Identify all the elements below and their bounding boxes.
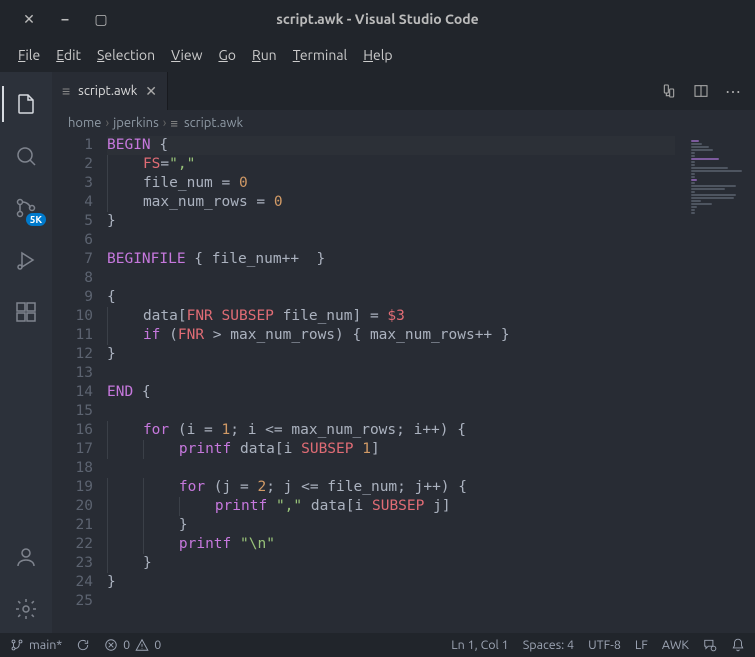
menu-file[interactable]: File xyxy=(10,43,48,67)
status-feedback-icon[interactable] xyxy=(703,638,717,652)
minimize-icon[interactable]: – xyxy=(58,11,72,28)
menubar: FileEditSelectionViewGoRunTerminalHelp xyxy=(0,38,755,72)
breadcrumb-segment[interactable]: script.awk xyxy=(184,116,243,130)
status-eol[interactable]: LF xyxy=(635,638,648,652)
status-sync[interactable] xyxy=(76,638,90,652)
menu-help[interactable]: Help xyxy=(355,43,400,67)
status-bell-icon[interactable] xyxy=(731,638,745,652)
source-control-badge: 5K xyxy=(26,213,46,226)
menu-run[interactable]: Run xyxy=(244,43,285,67)
close-tab-icon[interactable]: ✕ xyxy=(145,83,157,100)
tab-bar: ≡ script.awk ✕ ⋯ xyxy=(52,72,755,110)
menu-go[interactable]: Go xyxy=(210,43,244,67)
breadcrumb-segment[interactable]: home xyxy=(68,116,101,130)
more-actions-icon[interactable]: ⋯ xyxy=(725,82,741,101)
explorer-icon[interactable] xyxy=(2,80,50,128)
search-icon[interactable] xyxy=(2,132,50,180)
window-title: script.awk - Visual Studio Code xyxy=(0,11,755,27)
run-debug-icon[interactable] xyxy=(2,236,50,284)
line-number-gutter: 1234567891011121314151617181920212223242… xyxy=(52,136,107,633)
source-control-icon[interactable]: 5K xyxy=(2,184,50,232)
status-branch[interactable]: main* xyxy=(10,638,62,652)
maximize-icon[interactable]: ▢ xyxy=(94,11,108,28)
status-language[interactable]: AWK xyxy=(662,638,689,652)
status-encoding[interactable]: UTF-8 xyxy=(588,638,621,652)
status-bar: main* 0 0 Ln 1, Col 1 Spaces: 4 UTF-8 LF… xyxy=(0,633,755,657)
code-content[interactable]: BEGIN { FS="," file_num = 0 max_num_rows… xyxy=(107,136,755,633)
chevron-right-icon: › xyxy=(163,116,167,130)
settings-icon[interactable] xyxy=(2,585,50,633)
breadcrumb-segment[interactable]: jperkins xyxy=(113,116,159,130)
activity-bar: 5K xyxy=(0,72,52,633)
chevron-right-icon: › xyxy=(105,116,109,130)
extensions-icon[interactable] xyxy=(2,288,50,336)
file-icon: ≡ xyxy=(62,83,70,99)
status-indentation[interactable]: Spaces: 4 xyxy=(523,638,574,652)
breadcrumbs[interactable]: home › jperkins › ≡ script.awk xyxy=(52,110,755,136)
status-problems[interactable]: 0 0 xyxy=(104,638,161,652)
titlebar: ✕ – ▢ script.awk - Visual Studio Code xyxy=(0,0,755,38)
tab-script-awk[interactable]: ≡ script.awk ✕ xyxy=(52,72,168,110)
close-icon[interactable]: ✕ xyxy=(22,11,36,28)
menu-edit[interactable]: Edit xyxy=(48,43,89,67)
file-icon: ≡ xyxy=(170,116,178,131)
menu-view[interactable]: View xyxy=(163,43,210,67)
accounts-icon[interactable] xyxy=(2,533,50,581)
tab-filename: script.awk xyxy=(78,84,137,98)
split-editor-icon[interactable] xyxy=(693,83,709,99)
compare-icon[interactable] xyxy=(661,83,677,99)
menu-selection[interactable]: Selection xyxy=(89,43,163,67)
code-editor[interactable]: 1234567891011121314151617181920212223242… xyxy=(52,136,755,633)
menu-terminal[interactable]: Terminal xyxy=(285,43,356,67)
status-cursor-position[interactable]: Ln 1, Col 1 xyxy=(451,638,509,652)
